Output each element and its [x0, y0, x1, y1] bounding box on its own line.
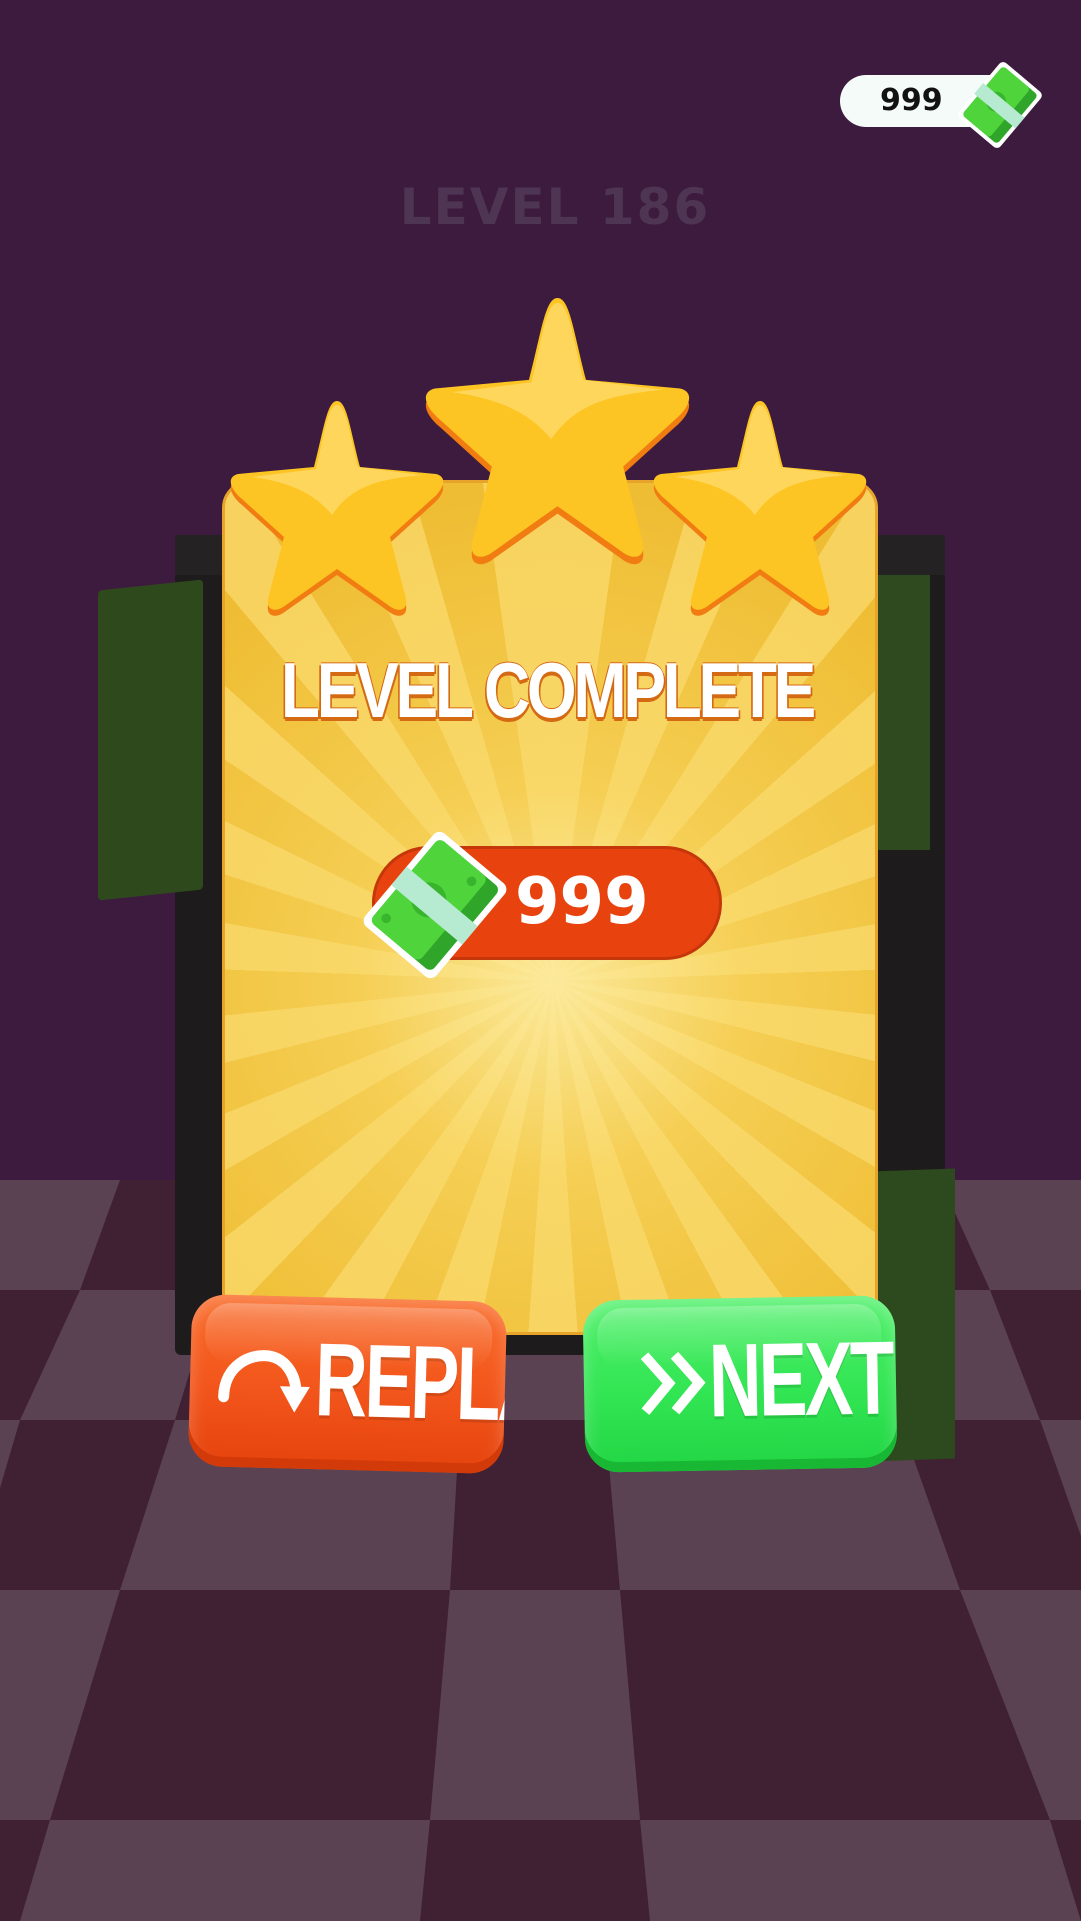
star-icon [653, 401, 867, 616]
game-screen: LEVEL 186 999 LEVEL COMPLETE 999 REPLAY … [0, 0, 1081, 1921]
safe-door [98, 579, 203, 901]
next-label: NEXT [707, 1320, 893, 1440]
cash-icon [363, 831, 507, 979]
currency-value: 999 [880, 83, 943, 118]
replay-button[interactable]: REPLAY [187, 1293, 508, 1475]
reward-value: 999 [515, 865, 649, 939]
safe-side-panel [870, 575, 930, 850]
level-complete-heading: LEVEL COMPLETE [280, 646, 816, 734]
next-button[interactable]: NEXT [582, 1295, 898, 1473]
fast-forward-icon [640, 1351, 706, 1415]
replay-arrow-icon [218, 1350, 310, 1413]
replay-label: REPLAY [313, 1322, 508, 1446]
level-title: LEVEL 186 [399, 178, 711, 236]
cash-icon [958, 62, 1042, 148]
